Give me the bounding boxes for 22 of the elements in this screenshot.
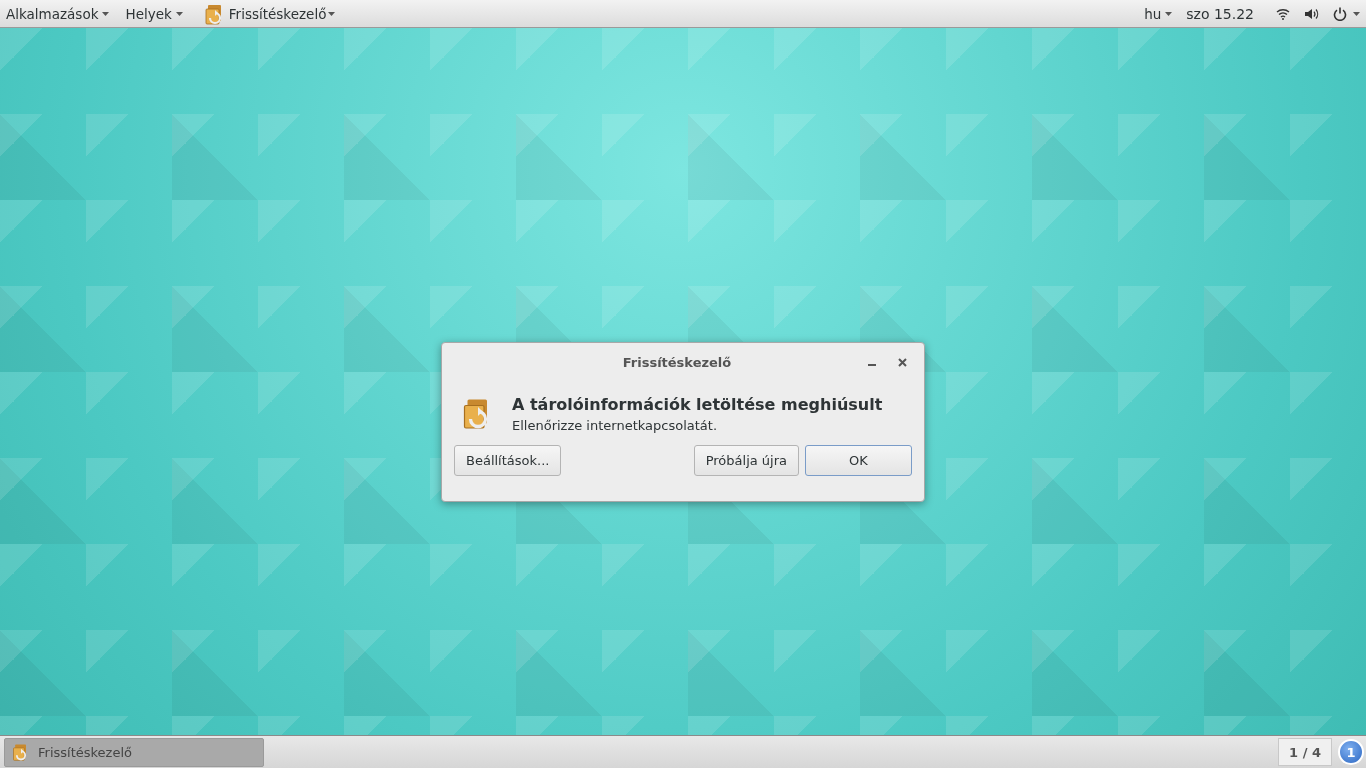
close-icon [897, 357, 907, 367]
wifi-icon[interactable] [1276, 7, 1290, 20]
caret-icon [175, 11, 183, 16]
caret-icon [1353, 11, 1360, 16]
window-title: Frissítéskezelő [621, 354, 733, 370]
dialog-button[interactable]: Próbálja újra [693, 445, 799, 476]
taskbar-window-button[interactable]: Frissítéskezelő [4, 737, 264, 767]
workspace-switcher[interactable]: 1 / 4 [1278, 738, 1332, 766]
dialog-button[interactable]: Beállítások... [454, 445, 562, 476]
menu-label[interactable]: Alkalmazások [6, 5, 99, 22]
app-menu[interactable]: Frissítéskezelő [228, 5, 327, 22]
volume-icon[interactable] [1304, 7, 1319, 20]
dialog-heading: A tárolóinformációk letöltése meghiúsult [512, 395, 883, 414]
dialog-button[interactable]: OK [805, 445, 912, 476]
dialog-message: Ellenőrizze internetkapcsolatát. [512, 418, 719, 433]
keyboard-layout[interactable]: hu [1144, 5, 1162, 22]
menu-label[interactable]: Helyek [125, 5, 172, 22]
clock[interactable]: szo 15.22 [1186, 5, 1254, 22]
caret-icon [102, 11, 110, 16]
caret-icon [328, 11, 336, 16]
power-icon[interactable] [1333, 6, 1347, 21]
caret-icon [1165, 11, 1173, 16]
